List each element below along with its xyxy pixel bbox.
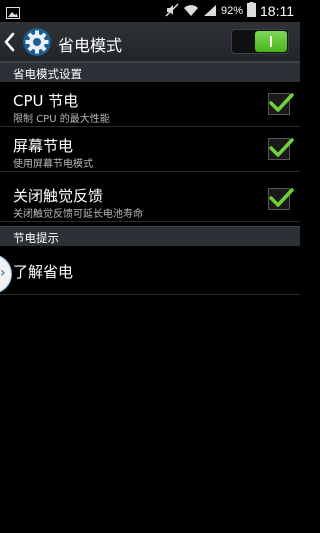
action-bar: 省电模式 bbox=[0, 22, 300, 62]
page-title: 省电模式 bbox=[58, 36, 123, 55]
power-saving-toggle[interactable] bbox=[231, 29, 289, 54]
list-item-subtitle: 使用屏幕节电模式 bbox=[13, 159, 93, 170]
list-item-subtitle: 限制 CPU 的最大性能 bbox=[13, 114, 110, 125]
list-item-title: CPU 节电 bbox=[13, 92, 79, 110]
checkmark-icon bbox=[269, 188, 294, 207]
cpu-saving-checkbox[interactable] bbox=[268, 93, 294, 115]
list-item-haptic-off[interactable]: 关闭触觉反馈 关闭触觉反馈可延长电池寿命 bbox=[0, 178, 300, 222]
list-item-subtitle: 关闭触觉反馈可延长电池寿命 bbox=[13, 209, 143, 220]
section-header-label: 节电提示 bbox=[13, 231, 59, 245]
clock: 18:11 bbox=[260, 3, 294, 19]
section-header-label: 省电模式设置 bbox=[13, 67, 82, 81]
settings-gear-icon[interactable] bbox=[22, 27, 52, 57]
list-item-cpu-saving[interactable]: CPU 节电 限制 CPU 的最大性能 bbox=[0, 83, 300, 127]
back-chevron-icon[interactable] bbox=[3, 32, 15, 52]
chevron-right-icon: › bbox=[0, 265, 6, 281]
list-item-learn-power-saving[interactable]: 了解省电 bbox=[0, 247, 300, 295]
battery-percent: 92% bbox=[220, 5, 243, 17]
haptic-off-checkbox[interactable] bbox=[268, 188, 294, 210]
section-header-settings: 省电模式设置 bbox=[0, 62, 300, 82]
checkmark-icon bbox=[269, 93, 294, 112]
list-item-title: 了解省电 bbox=[13, 263, 74, 281]
section-header-tips: 节电提示 bbox=[0, 226, 300, 246]
checkmark-icon bbox=[269, 138, 294, 157]
mute-icon bbox=[165, 2, 179, 21]
battery-icon bbox=[247, 1, 256, 21]
status-bar: 92% 18:11 bbox=[0, 0, 300, 22]
list-item-title: 关闭触觉反馈 bbox=[13, 187, 104, 205]
wifi-icon bbox=[183, 2, 199, 21]
list-item-title: 屏幕节电 bbox=[13, 137, 74, 155]
toggle-knob bbox=[255, 31, 287, 52]
list-item-screen-saving[interactable]: 屏幕节电 使用屏幕节电模式 bbox=[0, 128, 300, 172]
screen-saving-checkbox[interactable] bbox=[268, 138, 294, 160]
signal-icon bbox=[203, 2, 217, 21]
gallery-notification-icon bbox=[6, 4, 20, 23]
